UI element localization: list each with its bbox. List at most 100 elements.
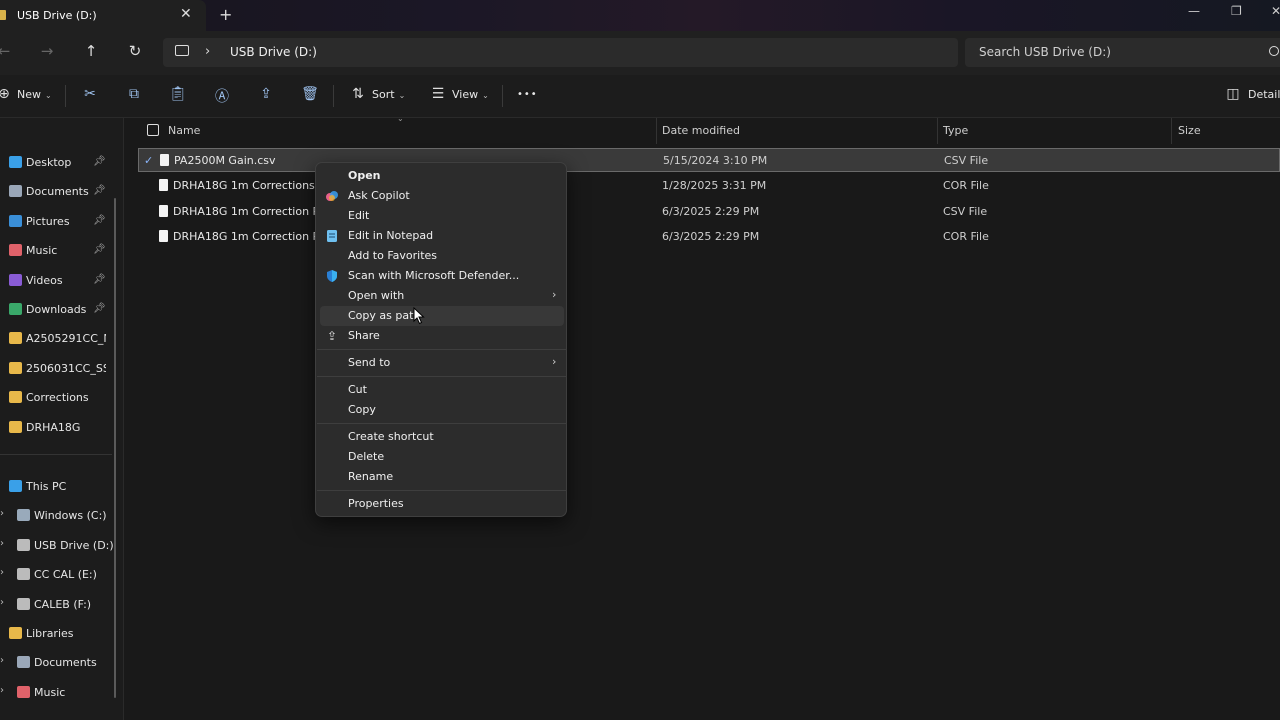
pin-icon[interactable]: 📌︎: [93, 185, 106, 196]
file-row[interactable]: DRHA18G 1m Correction RES 6/3/2025 2:29 P…: [138, 225, 1280, 249]
pin-icon[interactable]: 📌︎: [93, 274, 106, 285]
chevron-right-icon[interactable]: ›: [0, 538, 4, 549]
delete-icon[interactable]: 🗑︎: [300, 86, 320, 102]
new-button[interactable]: New ⌄: [17, 88, 52, 101]
refresh-icon[interactable]: ↻: [125, 42, 145, 60]
sidebar-item[interactable]: Desktop 📌︎: [0, 149, 112, 175]
menu-label: Copy as path: [348, 309, 421, 322]
sort-button[interactable]: Sort ⌄: [372, 88, 405, 101]
tab-usb-drive[interactable]: USB Drive (D:) ✕: [0, 0, 206, 31]
sidebar-item[interactable]: Downloads 📌︎: [0, 296, 112, 322]
sidebar-item[interactable]: A2505291CC_NS: [0, 325, 112, 351]
sidebar-item[interactable]: 2506031CC_SS3: [0, 355, 112, 381]
menu-item-cut[interactable]: Cut: [320, 380, 564, 400]
menu-item-scan-defender[interactable]: Scan with Microsoft Defender...: [320, 266, 564, 286]
restore-button[interactable]: ❐: [1231, 4, 1242, 18]
chevron-right-icon[interactable]: ›: [0, 508, 4, 519]
sidebar-item[interactable]: This PC: [0, 473, 112, 499]
menu-item-open[interactable]: Open: [320, 166, 564, 186]
share-icon[interactable]: ⇪: [256, 86, 276, 102]
chevron-right-icon[interactable]: ›: [0, 567, 4, 578]
menu-label: Send to: [348, 356, 391, 369]
menu-item-edit-in-notepad[interactable]: Edit in Notepad: [320, 226, 564, 246]
menu-item-edit[interactable]: Edit: [320, 206, 564, 226]
column-header-name[interactable]: Name: [168, 124, 200, 137]
view-icon[interactable]: ☰: [428, 86, 448, 102]
sidebar-item[interactable]: › USB Drive (D:): [0, 532, 114, 558]
menu-item-create-shortcut[interactable]: Create shortcut: [320, 427, 564, 447]
usb-drive-icon: [17, 538, 30, 551]
menu-item-properties[interactable]: Properties: [320, 494, 564, 514]
new-tab-button[interactable]: +: [219, 5, 232, 24]
copy-icon[interactable]: ⧉: [124, 86, 144, 102]
sidebar-item[interactable]: Corrections: [0, 384, 112, 410]
menu-item-add-to-favorites[interactable]: Add to Favorites: [320, 246, 564, 266]
chevron-right-icon[interactable]: ›: [0, 597, 4, 608]
column-divider[interactable]: [1171, 118, 1172, 144]
view-button[interactable]: View ⌄: [452, 88, 489, 101]
column-divider[interactable]: [937, 118, 938, 144]
file-row[interactable]: DRHA18G 1m Correction RES 6/3/2025 2:29 P…: [138, 200, 1280, 224]
copilot-icon: [325, 189, 339, 203]
rename-icon[interactable]: Ⓐ: [212, 86, 232, 106]
sidebar-item[interactable]: Videos 📌︎: [0, 267, 112, 293]
sidebar-item[interactable]: › Music: [0, 679, 112, 705]
more-options-icon[interactable]: •••: [517, 89, 538, 100]
file-row[interactable]: DRHA18G 1m Corrections RE 1/28/2025 3:31 …: [138, 174, 1280, 198]
address-bar[interactable]: › USB Drive (D:): [163, 38, 958, 67]
cut-icon[interactable]: ✂: [80, 86, 100, 102]
pin-icon[interactable]: 📌︎: [93, 303, 106, 314]
sidebar-item-label: This PC: [26, 480, 67, 493]
sidebar-item[interactable]: Pictures 📌︎: [0, 208, 112, 234]
chevron-right-icon[interactable]: ›: [0, 655, 4, 666]
column-header-type[interactable]: Type: [943, 124, 968, 137]
column-header-date[interactable]: Date modified: [662, 124, 740, 137]
sidebar-item[interactable]: › Documents: [0, 649, 112, 675]
pin-icon[interactable]: 📌︎: [93, 156, 106, 167]
this-pc-icon[interactable]: [175, 45, 189, 56]
file-name: DRHA18G 1m Correction RES: [173, 204, 315, 218]
file-row[interactable]: ✓ PA2500M Gain.csv 5/15/2024 3:10 PM CSV Fi…: [138, 148, 1280, 172]
minimize-button[interactable]: —: [1188, 4, 1200, 18]
up-arrow-icon[interactable]: ↑: [81, 42, 101, 60]
checkmark-icon[interactable]: ✓: [144, 154, 153, 167]
sidebar-item[interactable]: › CALEB (F:): [0, 591, 112, 617]
details-button[interactable]: Details: [1248, 88, 1280, 101]
column-divider[interactable]: [656, 118, 657, 144]
menu-item-copy[interactable]: Copy: [320, 400, 564, 420]
sidebar-item[interactable]: DRHA18G: [0, 414, 112, 440]
file-name: DRHA18G 1m Correction RES: [173, 230, 315, 244]
sidebar-item[interactable]: Music 📌︎: [0, 237, 112, 263]
close-tab-icon[interactable]: ✕: [180, 6, 192, 22]
pin-icon[interactable]: 📌︎: [93, 215, 106, 226]
sidebar-item[interactable]: Documents 📌︎: [0, 178, 112, 204]
sort-icon[interactable]: ⇅: [348, 86, 368, 102]
menu-item-ask-copilot[interactable]: Ask Copilot: [320, 186, 564, 206]
details-pane-icon[interactable]: ◫: [1223, 86, 1243, 102]
menu-item-open-with[interactable]: Open with ›: [320, 286, 564, 306]
select-all-checkbox[interactable]: [147, 124, 159, 136]
chevron-right-icon[interactable]: ›: [205, 44, 210, 59]
sidebar-item[interactable]: › Windows (C:): [0, 502, 112, 528]
breadcrumb[interactable]: USB Drive (D:): [230, 45, 317, 59]
menu-item-copy-as-path[interactable]: Copy as path: [320, 306, 564, 326]
search-input[interactable]: Search USB Drive (D:): [965, 38, 1280, 67]
sidebar-item[interactable]: Libraries: [0, 620, 112, 646]
pin-icon[interactable]: 📌︎: [93, 244, 106, 255]
file-icon: [159, 178, 168, 191]
sidebar-item[interactable]: › CC CAL (E:): [0, 561, 112, 587]
chevron-right-icon[interactable]: ›: [0, 685, 4, 696]
close-window-button[interactable]: ✕: [1271, 4, 1280, 18]
menu-item-send-to[interactable]: Send to ›: [320, 353, 564, 373]
forward-arrow-icon[interactable]: →: [37, 42, 57, 60]
file-type: CSV File: [944, 154, 989, 167]
sidebar-scrollbar[interactable]: [114, 198, 116, 698]
menu-item-share[interactable]: ⇪ Share: [320, 326, 564, 346]
back-arrow-icon[interactable]: ←: [0, 42, 14, 60]
menu-item-delete[interactable]: Delete: [320, 447, 564, 467]
menu-item-rename[interactable]: Rename: [320, 467, 564, 487]
column-header-size[interactable]: Size: [1178, 124, 1201, 137]
paste-icon[interactable]: 📋︎: [168, 86, 188, 102]
plus-circle-icon[interactable]: ⊕: [0, 86, 14, 102]
search-icon[interactable]: [1269, 46, 1279, 56]
